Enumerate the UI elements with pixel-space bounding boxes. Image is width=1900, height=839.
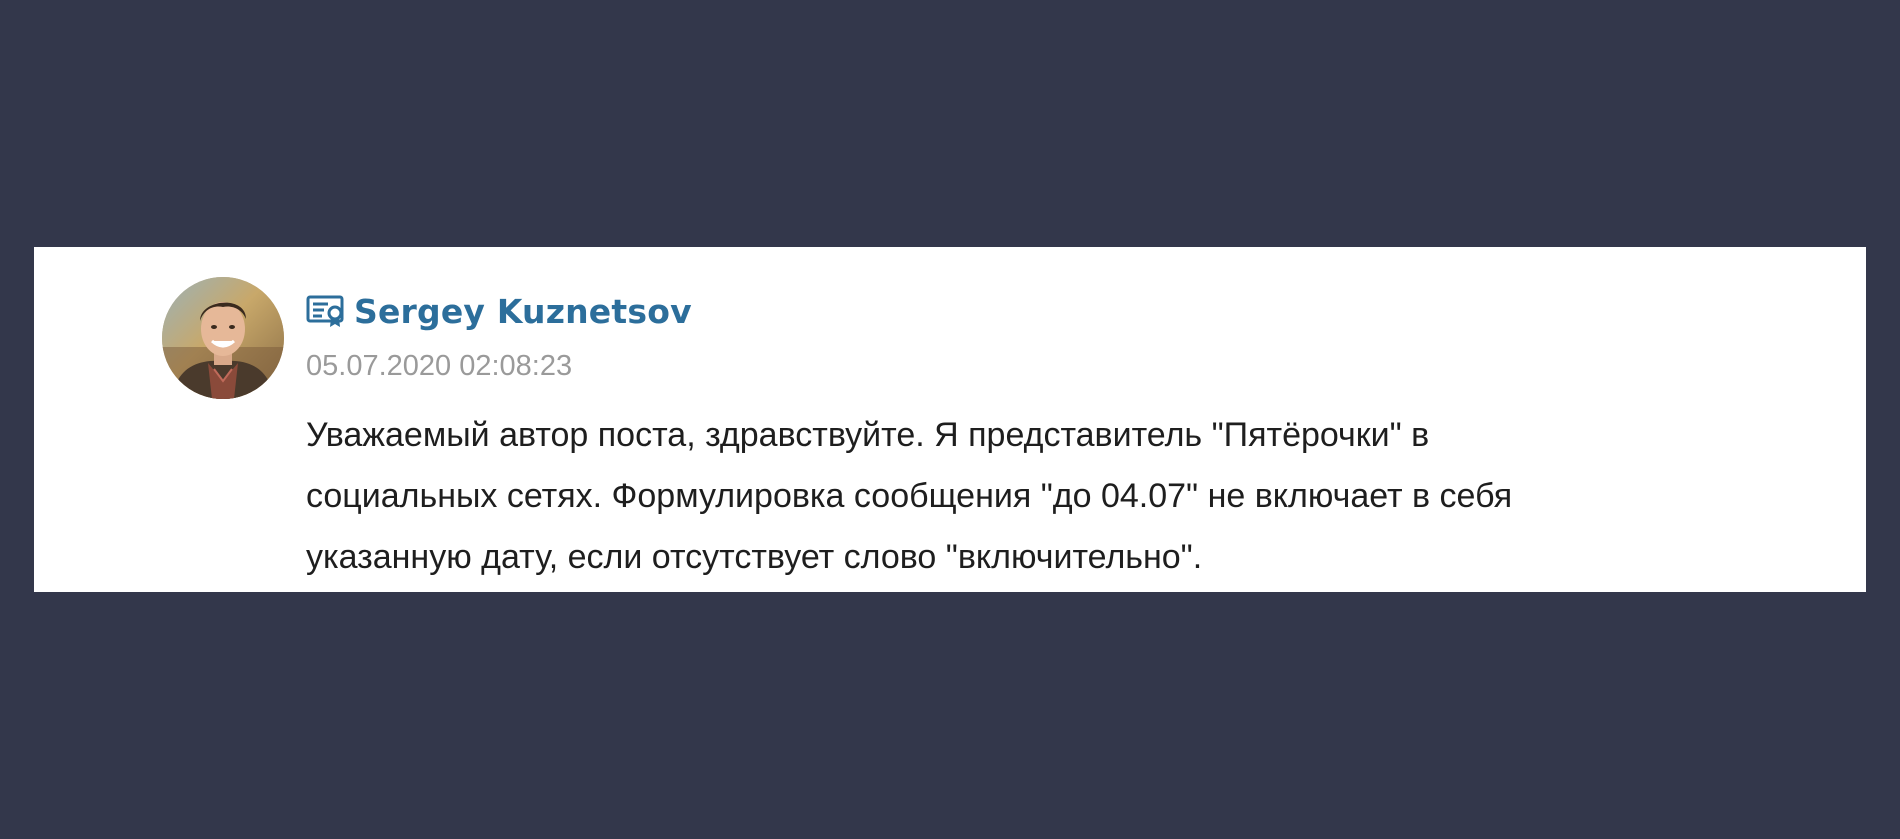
comment-timestamp: 05.07.2020 02:08:23 — [306, 350, 573, 382]
avatar-image — [162, 277, 284, 399]
comment-text-line: указанную дату, если отсутствует слово "… — [306, 538, 1203, 576]
author-name-link[interactable]: Sergey Kuznetsov — [354, 292, 692, 331]
comment-text-line: Уважаемый автор поста, здравствуйте. Я п… — [306, 416, 1430, 454]
comment-text: Уважаемый автор поста, здравствуйте. Я п… — [306, 405, 1806, 588]
verified-certificate-icon — [306, 294, 346, 328]
comment-card: Sergey Kuznetsov 05.07.2020 02:08:23 Ува… — [34, 247, 1866, 592]
avatar[interactable] — [162, 277, 284, 399]
comment-header: Sergey Kuznetsov — [306, 289, 692, 333]
comment-text-line: социальных сетях. Формулировка сообщения… — [306, 477, 1513, 515]
